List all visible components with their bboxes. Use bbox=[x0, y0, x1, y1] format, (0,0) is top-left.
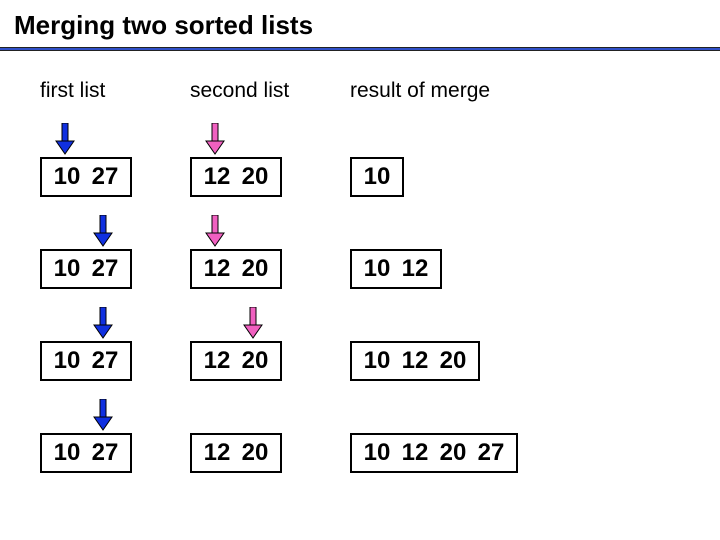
first-list-cell: 1027 bbox=[40, 121, 190, 197]
pointer-arrow-blue-icon bbox=[93, 215, 113, 247]
list-value: 12 bbox=[198, 163, 236, 191]
result-cell: 101220 bbox=[350, 305, 610, 381]
second-list-box: 1220 bbox=[190, 341, 282, 381]
merge-step-row: 1027 122010 bbox=[40, 111, 680, 197]
list-value: 10 bbox=[358, 255, 396, 283]
merge-step-row: 1027 12201012 bbox=[40, 203, 680, 289]
arrow-slot bbox=[350, 121, 610, 157]
arrow-slot bbox=[350, 397, 610, 433]
pointer-arrow-pink-icon bbox=[243, 307, 263, 339]
list-value: 27 bbox=[86, 255, 124, 283]
column-headers: first list second list result of merge bbox=[40, 79, 680, 103]
arrow-slot bbox=[40, 121, 190, 157]
pointer-arrow-blue-icon bbox=[93, 399, 113, 431]
arrow-slot bbox=[190, 121, 350, 157]
pointer-arrow-pink-icon bbox=[205, 215, 225, 247]
list-value: 12 bbox=[198, 255, 236, 283]
list-value: 10 bbox=[48, 255, 86, 283]
result-box: 1012 bbox=[350, 249, 442, 289]
list-value: 20 bbox=[236, 255, 274, 283]
pointer-arrow-blue-icon bbox=[55, 123, 75, 155]
merge-step-row: 1027122010122027 bbox=[40, 387, 680, 473]
second-list-cell: 1220 bbox=[190, 121, 350, 197]
second-list-box: 1220 bbox=[190, 157, 282, 197]
arrow-slot bbox=[350, 305, 610, 341]
diagram-content: first list second list result of merge 1… bbox=[0, 79, 720, 473]
first-list-cell: 1027 bbox=[40, 305, 190, 381]
second-list-cell: 1220 bbox=[190, 397, 350, 473]
list-value: 20 bbox=[434, 347, 472, 375]
list-value: 20 bbox=[236, 347, 274, 375]
list-value: 20 bbox=[236, 439, 274, 467]
list-value: 20 bbox=[434, 439, 472, 467]
list-value: 10 bbox=[48, 163, 86, 191]
result-box: 101220 bbox=[350, 341, 480, 381]
list-value: 12 bbox=[396, 347, 434, 375]
pointer-arrow-blue-icon bbox=[93, 307, 113, 339]
second-list-cell: 1220 bbox=[190, 305, 350, 381]
title-underline bbox=[0, 47, 720, 51]
second-list-box: 1220 bbox=[190, 433, 282, 473]
slide-title: Merging two sorted lists bbox=[0, 0, 720, 47]
first-list-box: 1027 bbox=[40, 249, 132, 289]
arrow-slot bbox=[190, 397, 350, 433]
list-value: 10 bbox=[48, 347, 86, 375]
second-list-cell: 1220 bbox=[190, 213, 350, 289]
result-box: 10 bbox=[350, 157, 404, 197]
result-cell: 1012 bbox=[350, 213, 610, 289]
header-first-list: first list bbox=[40, 79, 190, 103]
list-value: 10 bbox=[358, 163, 396, 191]
first-list-box: 1027 bbox=[40, 157, 132, 197]
list-value: 27 bbox=[86, 163, 124, 191]
first-list-box: 1027 bbox=[40, 341, 132, 381]
rows-container: 1027 122010 1027 12201012 1027 122010122… bbox=[40, 111, 680, 473]
first-list-cell: 1027 bbox=[40, 397, 190, 473]
list-value: 27 bbox=[472, 439, 510, 467]
list-value: 27 bbox=[86, 439, 124, 467]
result-cell: 10122027 bbox=[350, 397, 610, 473]
arrow-slot bbox=[190, 213, 350, 249]
list-value: 12 bbox=[198, 439, 236, 467]
second-list-box: 1220 bbox=[190, 249, 282, 289]
arrow-slot bbox=[190, 305, 350, 341]
list-value: 12 bbox=[396, 439, 434, 467]
list-value: 12 bbox=[396, 255, 434, 283]
pointer-arrow-pink-icon bbox=[205, 123, 225, 155]
merge-step-row: 1027 1220101220 bbox=[40, 295, 680, 381]
list-value: 10 bbox=[358, 347, 396, 375]
list-value: 10 bbox=[48, 439, 86, 467]
result-cell: 10 bbox=[350, 121, 610, 197]
header-second-list: second list bbox=[190, 79, 350, 103]
list-value: 10 bbox=[358, 439, 396, 467]
header-result: result of merge bbox=[350, 79, 610, 103]
first-list-box: 1027 bbox=[40, 433, 132, 473]
list-value: 12 bbox=[198, 347, 236, 375]
arrow-slot bbox=[40, 213, 190, 249]
list-value: 27 bbox=[86, 347, 124, 375]
first-list-cell: 1027 bbox=[40, 213, 190, 289]
arrow-slot bbox=[40, 397, 190, 433]
arrow-slot bbox=[40, 305, 190, 341]
result-box: 10122027 bbox=[350, 433, 518, 473]
list-value: 20 bbox=[236, 163, 274, 191]
arrow-slot bbox=[350, 213, 610, 249]
